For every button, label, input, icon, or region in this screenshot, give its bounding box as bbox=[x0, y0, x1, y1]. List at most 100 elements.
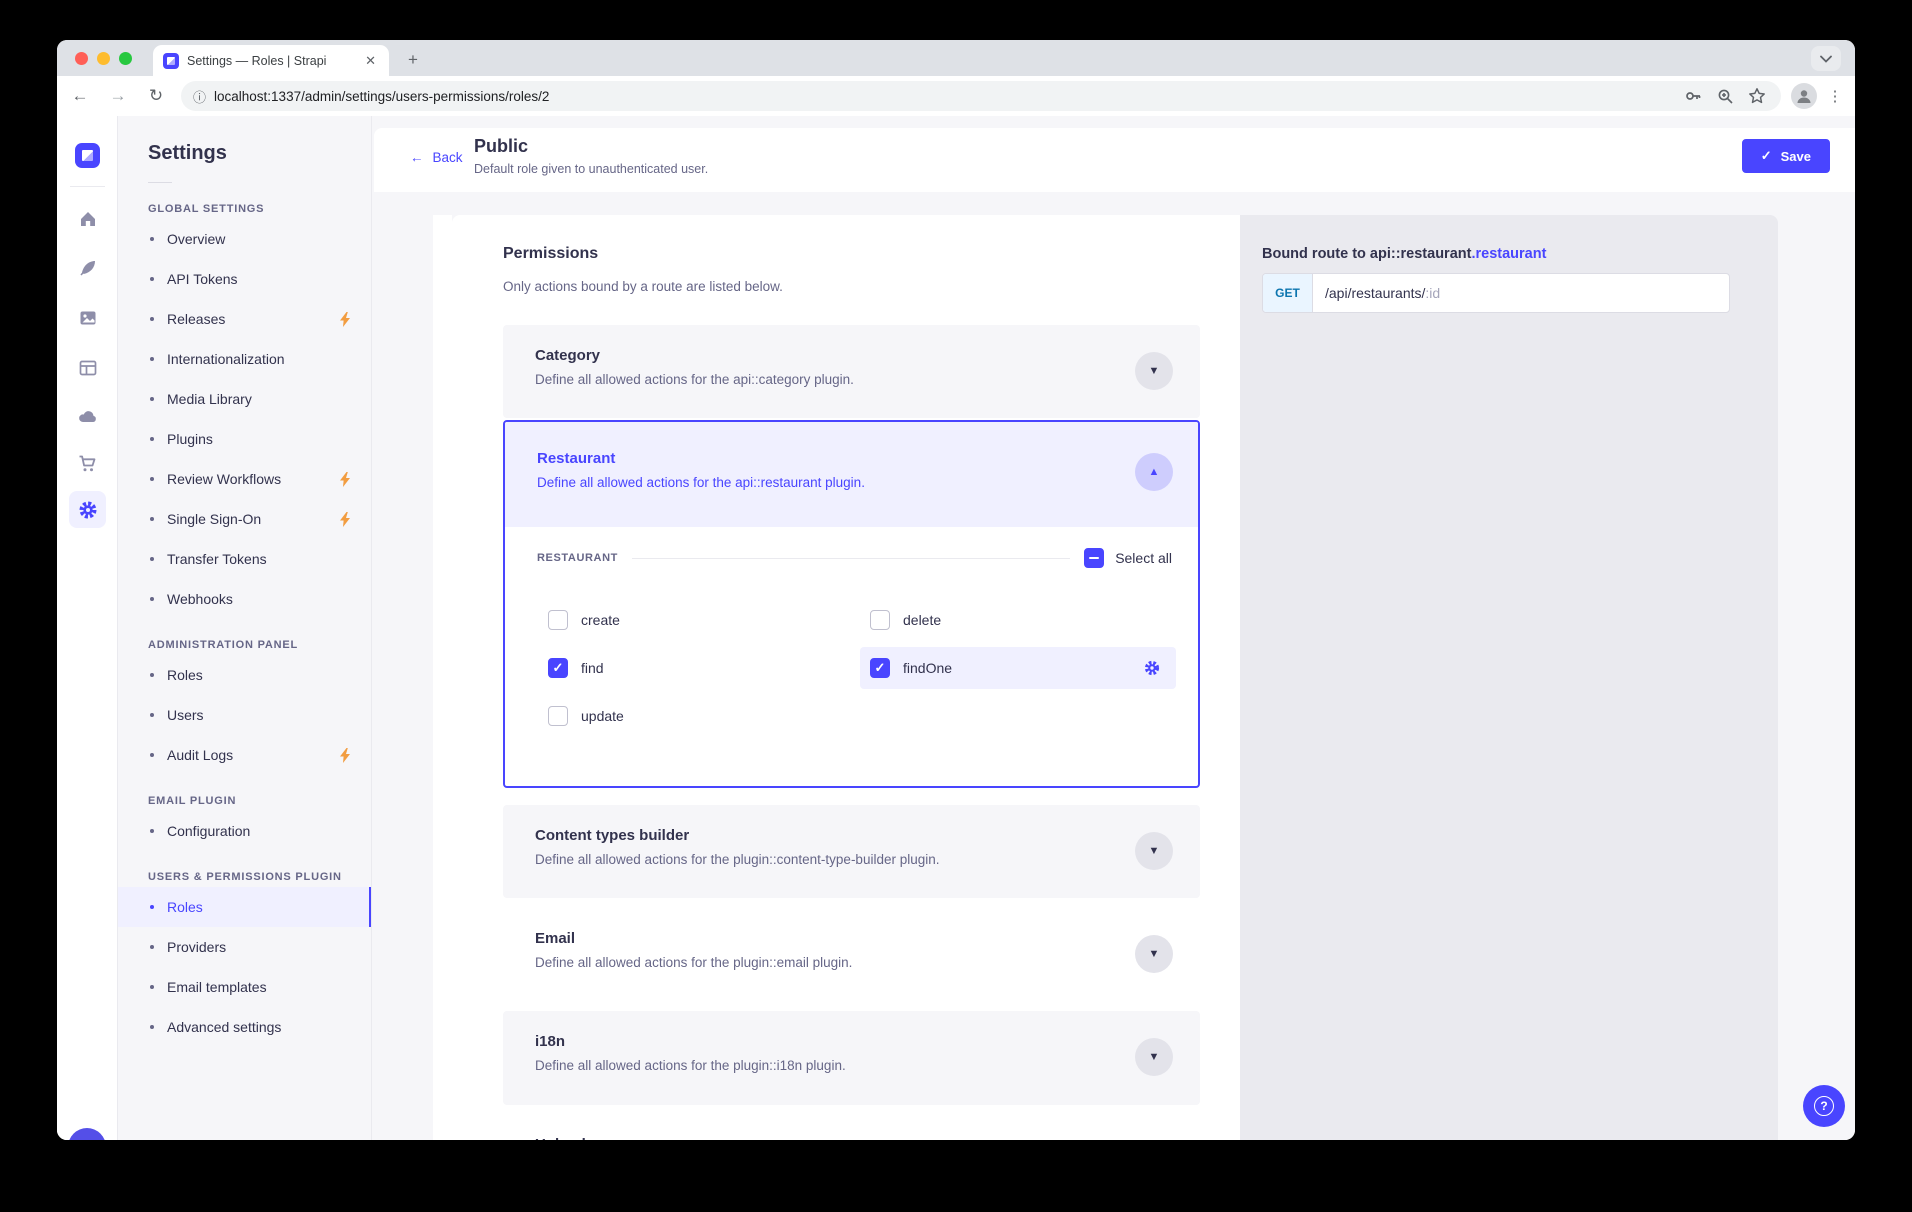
permission-find[interactable]: ✓ find bbox=[548, 658, 604, 678]
update-checkbox[interactable] bbox=[548, 706, 568, 726]
deploy-cloud-icon[interactable] bbox=[75, 404, 100, 429]
route-attribute: .restaurant bbox=[1471, 246, 1546, 262]
sidebar-item-review-workflows[interactable]: Review Workflows bbox=[118, 459, 371, 499]
flash-icon bbox=[339, 312, 351, 327]
back-nav-icon[interactable]: ← bbox=[65, 81, 95, 111]
password-key-icon[interactable] bbox=[1681, 84, 1705, 108]
content-type-builder-icon[interactable] bbox=[75, 355, 100, 380]
sidebar-item-api-tokens[interactable]: API Tokens bbox=[118, 259, 371, 299]
browser-window: Settings — Roles | Strapi ✕ + ← → ↻ ⓘ lo… bbox=[57, 40, 1855, 1140]
permission-update[interactable]: update bbox=[548, 706, 624, 726]
accordion-i18n[interactable]: i18n Define all allowed actions for the … bbox=[503, 1011, 1200, 1105]
accordion-email[interactable]: Email Define all allowed actions for the… bbox=[503, 908, 1200, 1002]
forward-nav-icon[interactable]: → bbox=[103, 81, 133, 111]
sidebar-item-email-configuration[interactable]: Configuration bbox=[118, 811, 371, 851]
close-window-button[interactable] bbox=[75, 52, 88, 65]
site-info-icon[interactable]: ⓘ bbox=[193, 87, 206, 106]
strapi-app: KD Settings GLOBAL SETTINGS Overview API… bbox=[57, 116, 1855, 1140]
sidebar-item-transfer-tokens[interactable]: Transfer Tokens bbox=[118, 539, 371, 579]
create-checkbox[interactable] bbox=[548, 610, 568, 630]
browser-toolbar: ← → ↻ ⓘ localhost:1337/admin/settings/us… bbox=[57, 76, 1855, 116]
browser-profile-icon[interactable] bbox=[1791, 83, 1817, 109]
browser-menu-icon[interactable]: ⋮ bbox=[1827, 87, 1843, 105]
select-all-control[interactable]: Select all bbox=[1084, 548, 1172, 568]
sidebar-item-email-templates[interactable]: Email templates bbox=[118, 967, 371, 1007]
chevron-down-icon[interactable]: ▼ bbox=[1135, 1038, 1173, 1076]
chevron-down-icon[interactable]: ▼ bbox=[1135, 935, 1173, 973]
zoom-page-icon[interactable] bbox=[1713, 84, 1737, 108]
url-text[interactable]: localhost:1337/admin/settings/users-perm… bbox=[214, 89, 1673, 104]
permission-create[interactable]: create bbox=[548, 610, 620, 630]
tab-close-icon[interactable]: ✕ bbox=[362, 53, 379, 69]
marketplace-cart-icon[interactable] bbox=[75, 451, 100, 476]
save-button[interactable]: ✓ Save bbox=[1742, 139, 1830, 173]
new-tab-button[interactable]: + bbox=[401, 48, 425, 72]
sidebar-item-advanced-settings[interactable]: Advanced settings bbox=[118, 1007, 371, 1047]
route-path[interactable]: /api/restaurants/:id bbox=[1313, 274, 1440, 312]
settings-sidebar: Settings GLOBAL SETTINGS Overview API To… bbox=[118, 116, 372, 1140]
settings-gear-icon[interactable] bbox=[69, 491, 106, 528]
chevron-down-icon[interactable]: ▼ bbox=[1135, 832, 1173, 870]
delete-checkbox[interactable] bbox=[870, 610, 890, 630]
route-input[interactable]: GET /api/restaurants/:id bbox=[1262, 273, 1730, 313]
minimize-window-button[interactable] bbox=[97, 52, 110, 65]
section-administration-panel: ADMINISTRATION PANEL bbox=[148, 639, 371, 651]
sidebar-item-single-sign-on[interactable]: Single Sign-On bbox=[118, 499, 371, 539]
chevron-down-icon[interactable]: ▼ bbox=[1135, 352, 1173, 390]
sidebar-item-admin-users[interactable]: Users bbox=[118, 695, 371, 735]
page-title: Public bbox=[474, 136, 528, 157]
window-controls bbox=[75, 52, 132, 65]
permissions-subtitle: Only actions bound by a route are listed… bbox=[503, 279, 783, 294]
content-scrollbar-track[interactable] bbox=[433, 215, 452, 1140]
zoom-window-button[interactable] bbox=[119, 52, 132, 65]
sidebar-item-media-library[interactable]: Media Library bbox=[118, 379, 371, 419]
accordion-upload[interactable]: Upload ▼ bbox=[503, 1114, 1200, 1140]
sidebar-item-webhooks[interactable]: Webhooks bbox=[118, 579, 371, 619]
findone-settings-gear-icon[interactable] bbox=[1142, 658, 1162, 678]
sidebar-item-plugins[interactable]: Plugins bbox=[118, 419, 371, 459]
permissions-card: Permissions Only actions bound by a rout… bbox=[452, 215, 1778, 1140]
back-link[interactable]: ← Back bbox=[410, 150, 463, 165]
accordion-content-types-builder[interactable]: Content types builder Define all allowed… bbox=[503, 805, 1200, 898]
flash-icon bbox=[339, 512, 351, 527]
sidebar-item-internationalization[interactable]: Internationalization bbox=[118, 339, 371, 379]
sidebar-item-admin-roles[interactable]: Roles bbox=[118, 655, 371, 695]
url-bar[interactable]: ⓘ localhost:1337/admin/settings/users-pe… bbox=[181, 81, 1781, 111]
permissions-title: Permissions bbox=[503, 245, 598, 263]
sidebar-item-up-roles[interactable]: Roles bbox=[118, 887, 371, 927]
media-library-icon[interactable] bbox=[75, 305, 100, 330]
find-checkbox[interactable]: ✓ bbox=[548, 658, 568, 678]
screenshot-stage: Settings — Roles | Strapi ✕ + ← → ↻ ⓘ lo… bbox=[0, 0, 1912, 1212]
sidebar-item-audit-logs[interactable]: Audit Logs bbox=[118, 735, 371, 775]
sidebar-item-overview[interactable]: Overview bbox=[118, 219, 371, 259]
reload-icon[interactable]: ↻ bbox=[141, 81, 171, 111]
accordion-restaurant-header[interactable]: Restaurant Define all allowed actions fo… bbox=[505, 422, 1198, 527]
chevron-up-icon[interactable]: ▲ bbox=[1135, 453, 1173, 491]
select-all-checkbox[interactable] bbox=[1084, 548, 1104, 568]
sidebar-item-releases[interactable]: Releases bbox=[118, 299, 371, 339]
accordion-category[interactable]: Category Define all allowed actions for … bbox=[503, 325, 1200, 418]
rail-divider bbox=[70, 186, 105, 187]
permission-delete[interactable]: delete bbox=[870, 610, 941, 630]
main-nav-rail: KD bbox=[57, 116, 118, 1140]
question-mark-icon: ? bbox=[1814, 1096, 1834, 1116]
findone-checkbox[interactable]: ✓ bbox=[870, 658, 890, 678]
help-button[interactable]: ? bbox=[1803, 1085, 1845, 1127]
tab-title: Settings — Roles | Strapi bbox=[187, 54, 354, 68]
user-avatar[interactable]: KD bbox=[68, 1128, 106, 1140]
home-icon[interactable] bbox=[75, 206, 100, 231]
check-icon: ✓ bbox=[1761, 148, 1772, 164]
browser-tab[interactable]: Settings — Roles | Strapi ✕ bbox=[153, 45, 389, 76]
back-arrow-icon: ← bbox=[410, 150, 424, 165]
tab-search-chevron-icon[interactable] bbox=[1811, 46, 1841, 71]
role-edit-page: ← Back Public Default role given to unau… bbox=[372, 116, 1855, 1140]
bookmark-star-icon[interactable] bbox=[1745, 84, 1769, 108]
permission-findone-selected[interactable]: ✓ findOne bbox=[860, 647, 1176, 689]
flash-icon bbox=[339, 748, 351, 763]
accordion-restaurant-expanded: Restaurant Define all allowed actions fo… bbox=[503, 420, 1200, 788]
content-manager-feather-icon[interactable] bbox=[75, 255, 100, 280]
sidebar-title: Settings bbox=[148, 142, 371, 165]
strapi-logo[interactable] bbox=[75, 143, 100, 168]
http-method-badge: GET bbox=[1263, 274, 1313, 312]
sidebar-item-providers[interactable]: Providers bbox=[118, 927, 371, 967]
